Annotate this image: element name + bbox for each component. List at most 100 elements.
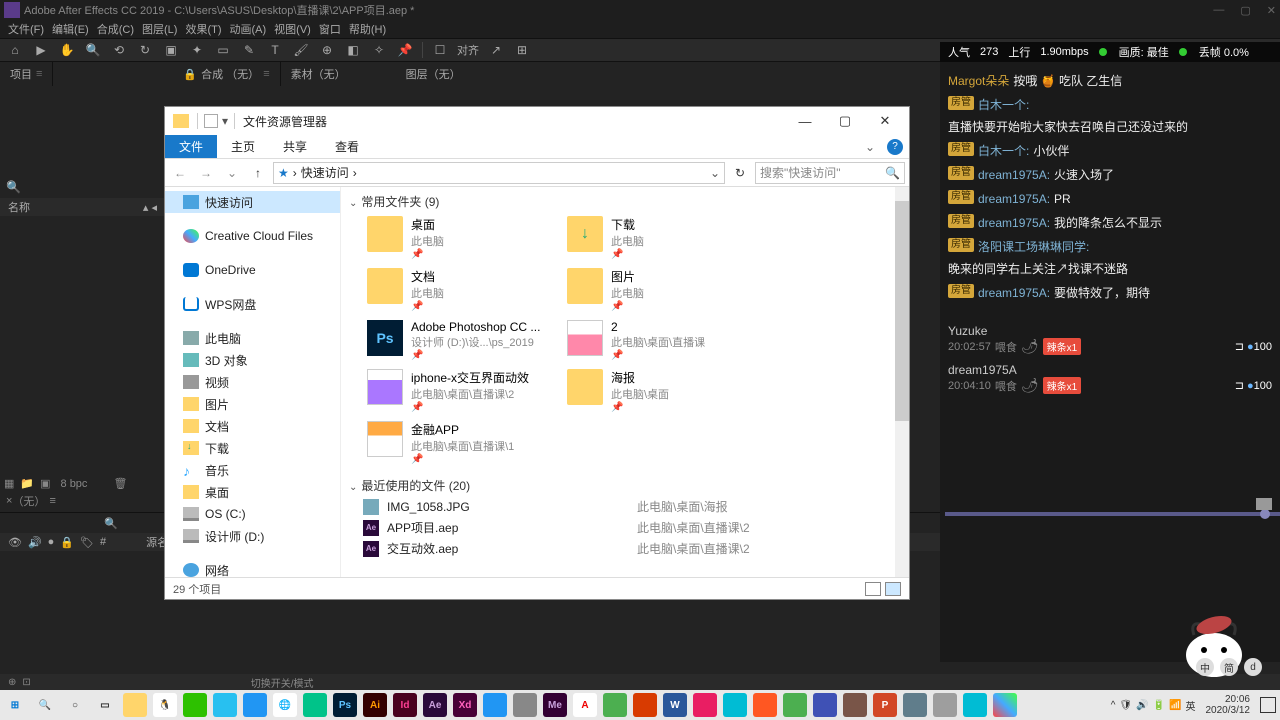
- maximize-button[interactable]: ▢: [825, 107, 865, 135]
- recent-file-item[interactable]: AeAPP项目.aep此电脑\桌面\直播课\2: [349, 517, 901, 538]
- menu-window[interactable]: 窗口: [319, 21, 341, 37]
- tray-overflow-icon[interactable]: ^: [1111, 700, 1116, 711]
- taskbar-app1[interactable]: [300, 690, 330, 720]
- pin-icon[interactable]: 📌: [411, 454, 559, 465]
- minimize-button[interactable]: —: [785, 107, 825, 135]
- tray-network-icon[interactable]: 📶: [1169, 700, 1181, 711]
- anchor-tool-icon[interactable]: ✦: [188, 41, 206, 59]
- snap-opt2-icon[interactable]: ⊞: [513, 41, 531, 59]
- nav-onedrive[interactable]: OneDrive: [165, 259, 340, 281]
- roto-tool-icon[interactable]: ✧: [370, 41, 388, 59]
- nav-wps[interactable]: WPS网盘: [165, 293, 340, 315]
- pin-icon[interactable]: 📌: [411, 402, 559, 413]
- folder-item[interactable]: iphone-x交互界面动效此电脑\桌面\直播课\2📌: [363, 365, 563, 417]
- project-col-header[interactable]: 名称▴ ◂: [0, 198, 165, 216]
- taskbar-app3[interactable]: [510, 690, 540, 720]
- breadcrumb-bar[interactable]: ★ › 快速访问 › ⌄: [273, 162, 725, 184]
- group-recent-header[interactable]: ⌄最近使用的文件 (20): [349, 475, 901, 496]
- taskbar-ppt[interactable]: P: [870, 690, 900, 720]
- taskbar-xd[interactable]: Xd: [450, 690, 480, 720]
- menu-edit[interactable]: 编辑(E): [52, 21, 89, 37]
- menu-effect[interactable]: 效果(T): [185, 21, 221, 37]
- pen-tool-icon[interactable]: ✎: [240, 41, 258, 59]
- taskbar-v3[interactable]: [960, 690, 990, 720]
- menu-help[interactable]: 帮助(H): [349, 21, 386, 37]
- home-tool-icon[interactable]: ⌂: [6, 41, 24, 59]
- taskbar-v1[interactable]: [900, 690, 930, 720]
- taskbar-todesk[interactable]: [240, 690, 270, 720]
- taskbar-p2[interactable]: [720, 690, 750, 720]
- menu-file[interactable]: 文件(F): [8, 21, 44, 37]
- hand-tool-icon[interactable]: ✋: [58, 41, 76, 59]
- new-folder-icon[interactable]: 📁: [20, 477, 34, 490]
- project-panel-tab[interactable]: 项目≡: [0, 62, 53, 86]
- ribbon-home-tab[interactable]: 主页: [217, 135, 269, 158]
- taskbar-ps[interactable]: Ps: [330, 690, 360, 720]
- new-comp-icon[interactable]: ▣: [40, 477, 50, 490]
- forward-button[interactable]: →: [195, 162, 217, 184]
- chat-username[interactable]: 白木一个:: [978, 96, 1029, 114]
- explorer-search[interactable]: 搜索"快速访问" 🔍: [755, 162, 905, 184]
- taskbar-qq[interactable]: 🐧: [150, 690, 180, 720]
- taskbar-task-view[interactable]: ▭: [90, 690, 120, 720]
- close-button[interactable]: ✕: [865, 107, 905, 135]
- explorer-titlebar[interactable]: ▾ 文件资源管理器 — ▢ ✕: [165, 107, 909, 135]
- search-icon[interactable]: 🔍: [885, 166, 900, 180]
- eye-icon[interactable]: 👁: [8, 536, 22, 549]
- taskbar-office[interactable]: [630, 690, 660, 720]
- path-dropdown-icon[interactable]: ⌄: [710, 166, 720, 180]
- camera-tool-icon[interactable]: ▣: [162, 41, 180, 59]
- chat-username[interactable]: dream1975A:: [978, 190, 1050, 208]
- camera-icon[interactable]: [1256, 498, 1272, 510]
- timeline-tab[interactable]: × （无）≡: [0, 490, 165, 512]
- chat-username[interactable]: dream1975A:: [978, 284, 1050, 302]
- tray-volume-icon[interactable]: 🔊: [1136, 700, 1148, 711]
- speaker-icon[interactable]: 🔊: [28, 536, 42, 549]
- rect-tool-icon[interactable]: ▭: [214, 41, 232, 59]
- notification-icon[interactable]: [1260, 697, 1276, 713]
- menu-anim[interactable]: 动画(A): [230, 21, 267, 37]
- timeline-search-icon[interactable]: 🔍: [104, 517, 118, 530]
- taskbar-media-encoder[interactable]: Me: [540, 690, 570, 720]
- taskbar-colorful[interactable]: [990, 690, 1020, 720]
- taskbar-v2[interactable]: [930, 690, 960, 720]
- solo-icon[interactable]: ●: [48, 536, 55, 549]
- maximize-icon[interactable]: ▢: [1240, 4, 1250, 17]
- comp-panel-tab[interactable]: 🔒 合成 （无） ≡: [173, 62, 280, 86]
- up-button[interactable]: ↑: [247, 162, 269, 184]
- nav-network[interactable]: 网络: [165, 559, 340, 577]
- chat-username[interactable]: 洛阳课工场琳琳同学:: [978, 238, 1089, 256]
- text-tool-icon[interactable]: T: [266, 41, 284, 59]
- switch-mode-button[interactable]: 切换开关/模式: [251, 675, 314, 690]
- nav-this-pc[interactable]: 此电脑: [165, 327, 340, 349]
- nav-3d-objects[interactable]: 3D 对象: [165, 349, 340, 371]
- taskbar-p5[interactable]: [810, 690, 840, 720]
- taskbar-app2[interactable]: [480, 690, 510, 720]
- nav-drive-d[interactable]: 设计师 (D:): [165, 525, 340, 547]
- taskbar-wechat[interactable]: [180, 690, 210, 720]
- nav-pictures[interactable]: 图片: [165, 393, 340, 415]
- close-icon[interactable]: ✕: [1267, 4, 1276, 17]
- clock[interactable]: 20:062020/3/12: [1200, 694, 1257, 716]
- ribbon-share-tab[interactable]: 共享: [269, 135, 321, 158]
- nav-desktop[interactable]: 桌面: [165, 481, 340, 503]
- pin-icon[interactable]: 📌: [611, 249, 759, 260]
- taskbar-id[interactable]: Id: [390, 690, 420, 720]
- recent-file-item[interactable]: Ae交互动效.aep此电脑\桌面\直播课\2: [349, 538, 901, 559]
- taskbar-p4[interactable]: [780, 690, 810, 720]
- nav-quick-access[interactable]: 快速访问: [165, 191, 340, 213]
- orbit-tool-icon[interactable]: ⟲: [110, 41, 128, 59]
- group-frequent-header[interactable]: ⌄常用文件夹 (9): [349, 191, 901, 212]
- taskbar-aliwangwang[interactable]: [210, 690, 240, 720]
- taskbar-ae[interactable]: Ae: [420, 690, 450, 720]
- menu-layer[interactable]: 图层(L): [142, 21, 177, 37]
- chat-slider[interactable]: [945, 512, 1280, 516]
- puppet-tool-icon[interactable]: 📌: [396, 41, 414, 59]
- folder-item[interactable]: 海报此电脑\桌面📌: [563, 365, 763, 417]
- nav-documents[interactable]: 文档: [165, 415, 340, 437]
- taskbar-start[interactable]: ⊞: [0, 690, 30, 720]
- tag-icon[interactable]: 🏷: [80, 536, 94, 549]
- lang-btn-d[interactable]: d: [1244, 658, 1262, 676]
- folder-item[interactable]: 图片此电脑📌: [563, 264, 763, 316]
- tray-battery-icon[interactable]: 🔋: [1153, 700, 1165, 711]
